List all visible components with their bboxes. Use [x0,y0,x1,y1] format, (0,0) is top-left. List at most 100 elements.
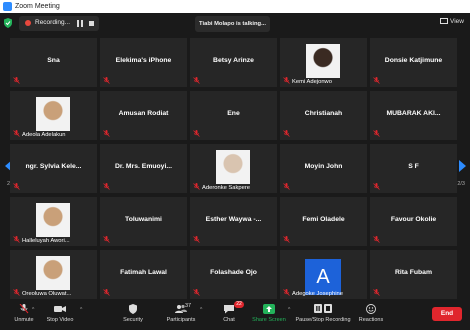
security-label: Security [123,317,143,323]
stop-video-label: Stop Video [46,317,74,323]
view-label: View [450,18,464,25]
participant-name: Esther Waywa -... [205,216,262,223]
participant-tile[interactable]: S F [370,144,457,193]
recording-label: Recording... [35,19,71,26]
participant-tile[interactable]: Aderonke Sakpere [190,144,277,193]
reaction-smile-icon [366,304,376,314]
participants-label: Participants [166,317,196,323]
participant-tile[interactable]: ngr. Sylvia Kele... [10,144,97,193]
muted-mic-icon [283,236,290,243]
security-button[interactable]: Security [109,300,157,330]
participant-name: MUBARAK AKI... [386,110,441,117]
participant-tile[interactable]: Folashade Ojo [190,250,277,299]
participant-video-thumbnail [306,44,340,78]
participant-name: Dr. Mrs. Emuoyi... [114,163,173,170]
meeting-toolbar: Unmute ^ Stop Video ^ Security 37 Partic… [0,300,470,330]
participant-tile[interactable]: Amusan Rodiat [100,91,187,140]
muted-mic-icon [193,289,200,296]
participant-tile[interactable]: Adeola Adelakun [10,91,97,140]
share-options-caret-icon[interactable]: ^ [288,307,290,313]
stop-video-button[interactable]: Stop Video [36,300,84,330]
muted-mic-icon [193,130,200,137]
participant-name: Ene [227,110,240,117]
participant-tile[interactable]: A Adegoke Josephine [280,250,367,299]
share-screen-label: Share Screen [252,317,286,323]
muted-mic-icon [373,289,380,296]
participant-tile[interactable]: Oreoluwa Oluwat... [10,250,97,299]
participant-name: Moyin John [304,163,343,170]
participant-caption: Adegoke Josephine [292,291,343,297]
shield-icon[interactable] [4,18,12,28]
participants-button[interactable]: 37 Participants [157,300,205,330]
participant-name: Rita Fubam [394,269,432,276]
participant-tile[interactable]: Esther Waywa -... [190,197,277,246]
security-shield-icon [129,304,137,314]
participant-video-thumbnail [36,97,70,131]
participant-tile[interactable]: Rita Fubam [370,250,457,299]
pause-recording-icon[interactable] [77,20,83,27]
participant-tile[interactable]: MUBARAK AKI... [370,91,457,140]
participant-tile[interactable]: Christianah [280,91,367,140]
participant-name: Toluwanimi [125,216,162,223]
muted-mic-icon [103,236,110,243]
stop-recording-icon[interactable] [89,21,94,26]
audio-options-caret-icon[interactable]: ^ [32,307,34,313]
muted-mic-icon [193,236,200,243]
end-meeting-button[interactable]: End [432,307,462,321]
muted-mic-icon [193,77,200,84]
video-options-caret-icon[interactable]: ^ [80,307,82,313]
participant-tile[interactable]: Ene [190,91,277,140]
pause-stop-icon [314,304,332,313]
participant-name: Amusan Rodiat [118,110,169,117]
next-page-arrow-icon[interactable] [459,160,466,172]
muted-mic-icon [13,183,20,190]
participant-name: Elekima's iPhone [115,57,172,64]
muted-mic-icon [193,183,200,190]
participant-tile[interactable]: Favour Okolie [370,197,457,246]
reactions-button[interactable]: Reactions [347,300,395,330]
muted-mic-icon [19,304,29,314]
muted-mic-icon [283,183,290,190]
participant-tile[interactable]: Betsy Arinze [190,38,277,87]
participant-caption: Halleluyah Awori... [22,238,70,244]
participant-name: Sna [47,57,60,64]
participant-name: S F [408,163,419,170]
muted-mic-icon [283,289,290,296]
participant-tile[interactable]: Elekima's iPhone [100,38,187,87]
muted-mic-icon [373,130,380,137]
participant-tile[interactable]: Sna [10,38,97,87]
record-dot-icon [25,20,31,26]
muted-mic-icon [373,183,380,190]
participant-name: Favour Okolie [390,216,437,223]
pause-stop-recording-label: Pause/Stop Recording [295,317,351,323]
participant-tile[interactable]: Moyin John [280,144,367,193]
grid-view-icon [440,18,449,24]
participant-name: Christianah [304,110,343,117]
participant-tile[interactable]: Dr. Mrs. Emuoyi... [100,144,187,193]
muted-mic-icon [283,77,290,84]
participants-caret-icon[interactable]: ^ [200,307,202,313]
participant-tile[interactable]: Fatimah Lawal [100,250,187,299]
participant-tile[interactable]: Halleluyah Awori... [10,197,97,246]
meeting-top-bar: Recording... Tiabi Molapo is talking... … [0,13,470,35]
participants-count: 37 [185,303,192,309]
title-bar: Zoom Meeting [0,0,470,13]
participant-caption: Aderonke Sakpere [202,185,251,191]
participant-tile[interactable]: Femi Oladele [280,197,367,246]
participant-caption: Kemi Adejonwo [292,79,332,85]
share-screen-button[interactable]: Share Screen [245,300,293,330]
participant-name: Donsie Katjimune [384,57,443,64]
participant-tile[interactable]: Donsie Katjimune [370,38,457,87]
video-camera-icon [54,306,66,312]
pause-stop-recording-button[interactable]: Pause/Stop Recording [294,300,352,330]
participant-caption: Adeola Adelakun [22,132,66,138]
window-title: Zoom Meeting [15,3,60,10]
participant-avatar: A [305,259,341,295]
muted-mic-icon [373,236,380,243]
participant-tile[interactable]: Toluwanimi [100,197,187,246]
muted-mic-icon [373,77,380,84]
participant-name: Fatimah Lawal [120,269,167,276]
view-button[interactable]: View [440,18,464,25]
muted-mic-icon [283,130,290,137]
participant-tile[interactable]: Kemi Adejonwo [280,38,367,87]
